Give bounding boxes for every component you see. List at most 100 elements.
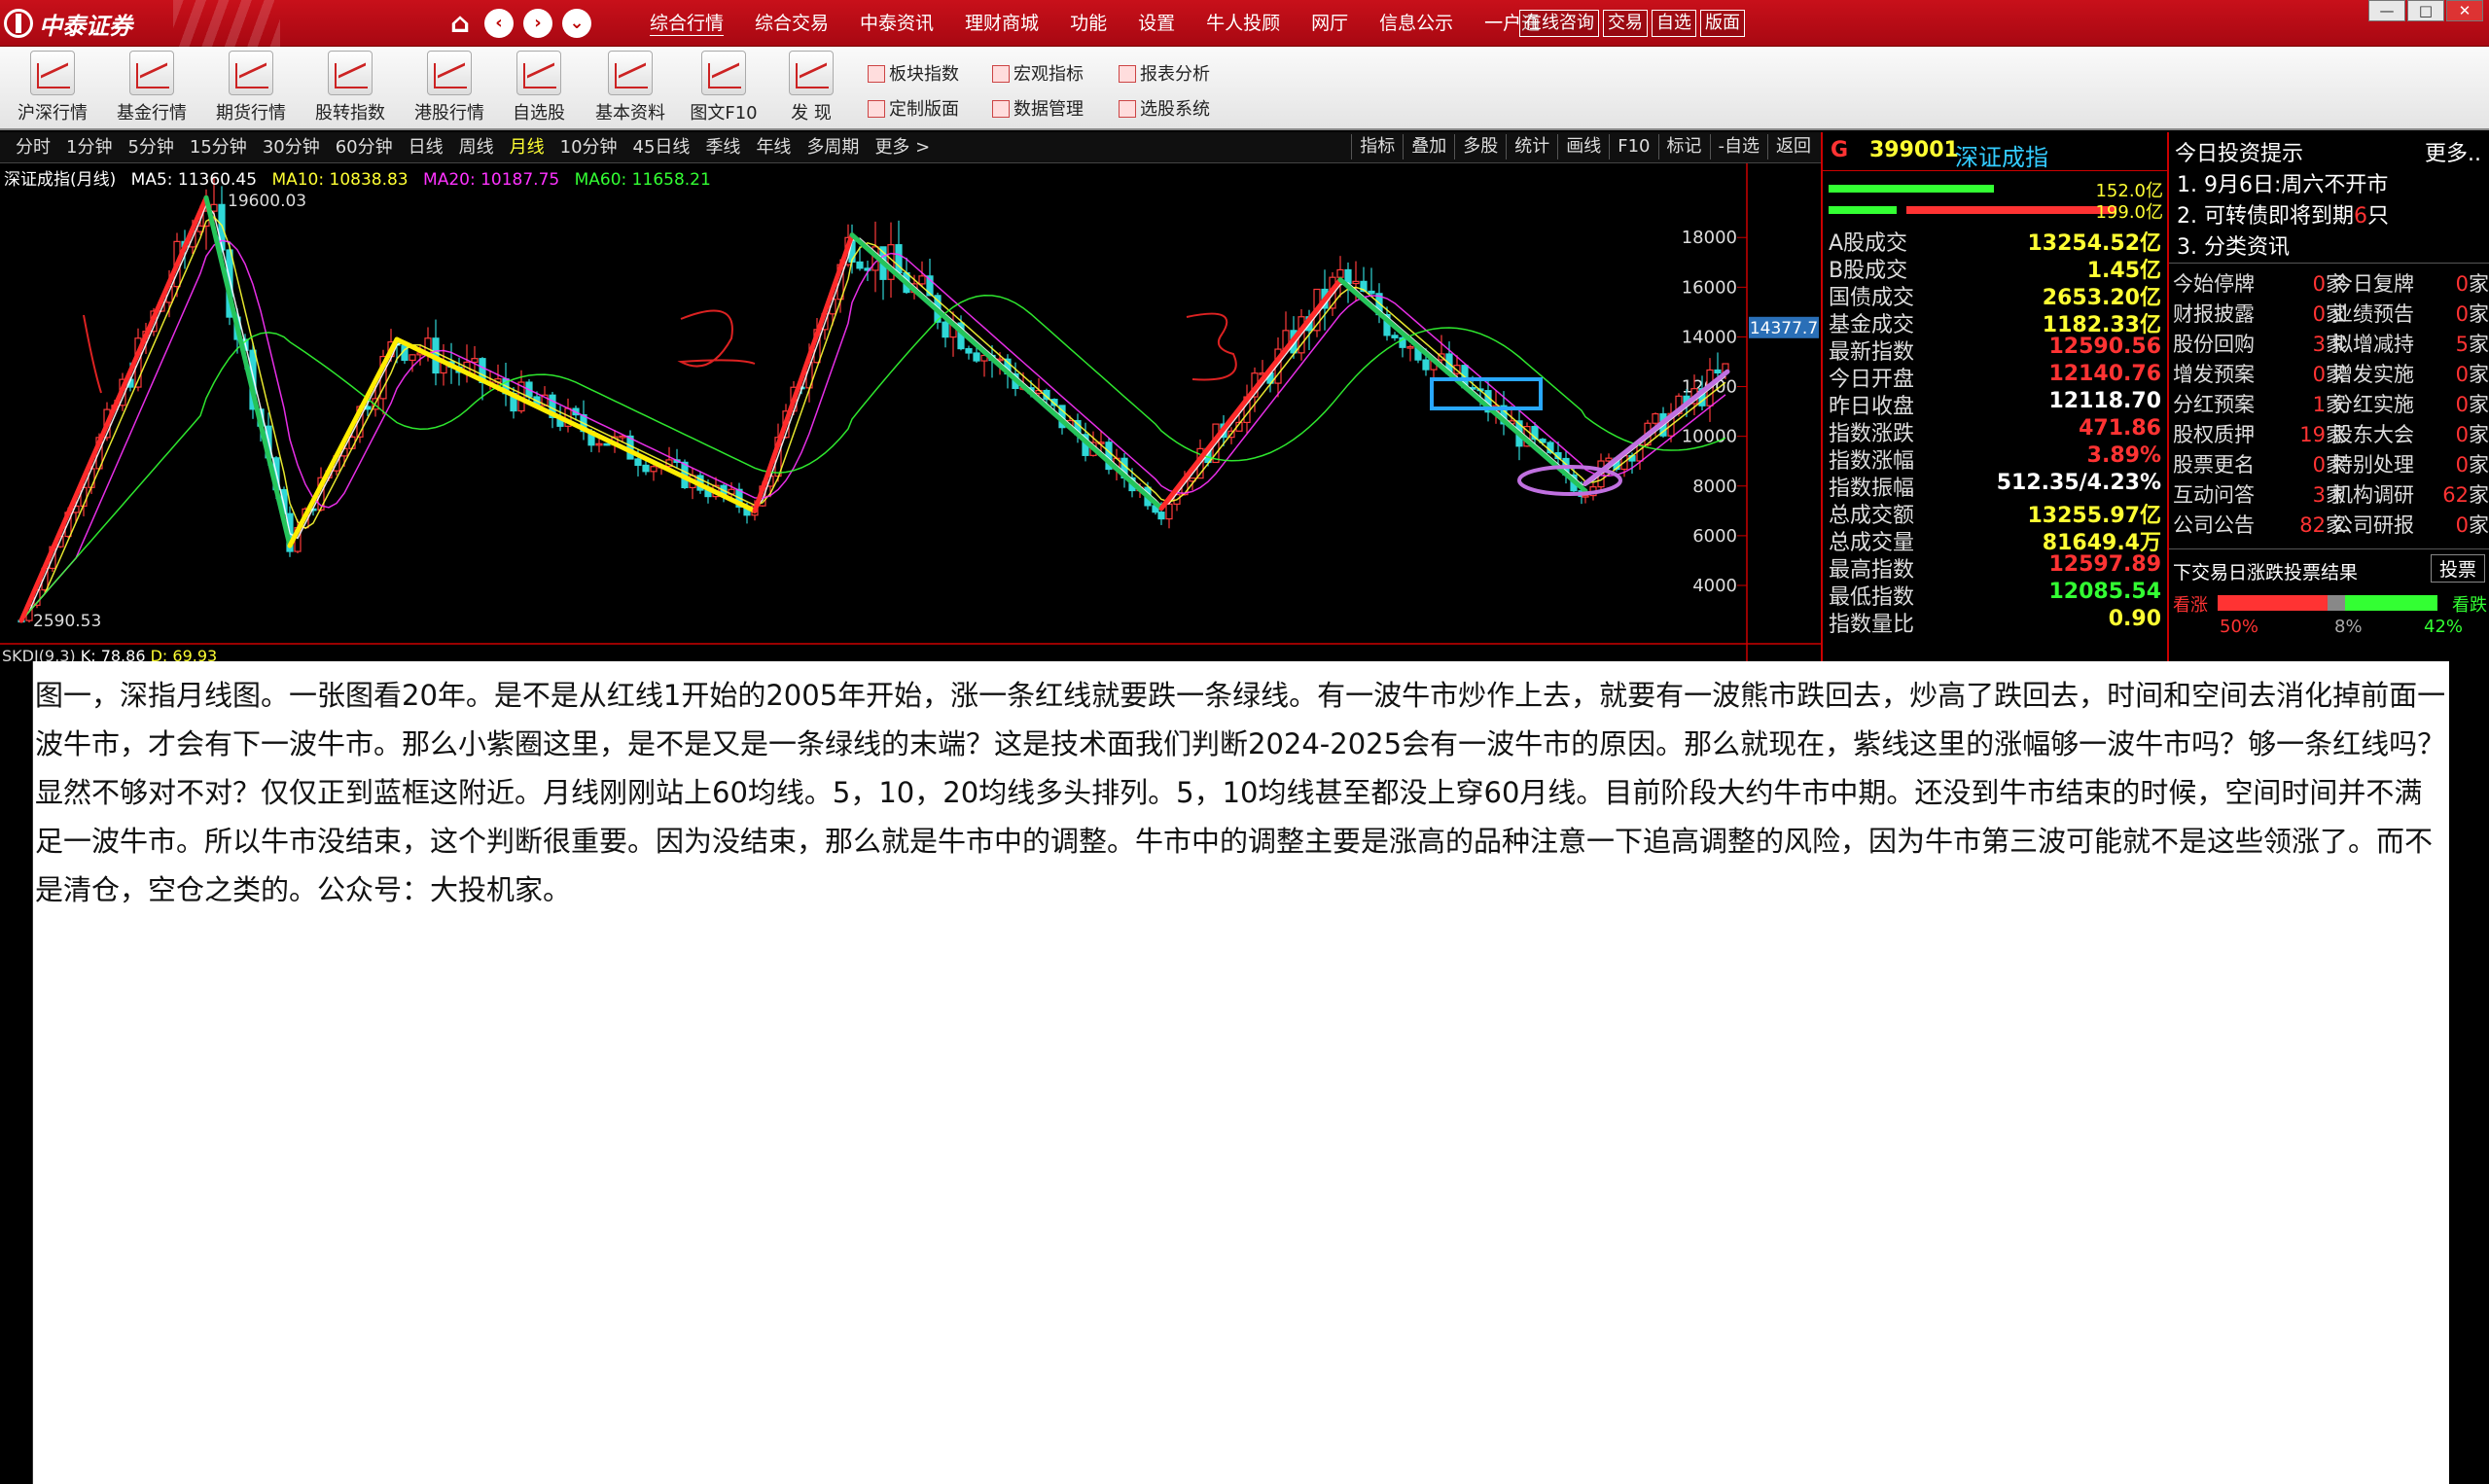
tool-stock-screener[interactable]: 选股系统: [1119, 95, 1210, 121]
y-tick-label: 8000: [1692, 477, 1737, 497]
menu-item[interactable]: 信息公示: [1364, 0, 1469, 47]
menu-item[interactable]: 功能: [1054, 0, 1122, 47]
menu-item[interactable]: 牛人投顾: [1191, 0, 1296, 47]
period-tab[interactable]: 45日线: [625, 132, 698, 163]
period-tab[interactable]: 多周期: [799, 132, 867, 163]
period-tab[interactable]: 15分钟: [182, 132, 255, 163]
tool-hk-quotes[interactable]: 港股行情: [403, 51, 496, 124]
home-icon[interactable]: ⌂: [445, 9, 475, 38]
menu-item[interactable]: 理财商城: [949, 0, 1054, 47]
tips-unit: 家: [2469, 363, 2489, 386]
tip-line-3[interactable]: 3. 分类资讯: [2177, 230, 2290, 261]
period-tab[interactable]: 60分钟: [328, 132, 401, 163]
tool-discover[interactable]: 发 现: [764, 51, 858, 124]
quote-value: 471.86: [2079, 416, 2161, 441]
tips-row[interactable]: 互动问答 3 家 机构调研 62家: [2169, 479, 2489, 510]
tip-line-1[interactable]: 1. 9月6日:周六不开市: [2177, 167, 2388, 198]
candle-body: [942, 321, 949, 338]
period-tab[interactable]: 10分钟: [552, 132, 625, 163]
tool-fund-quotes[interactable]: 基金行情: [105, 51, 198, 124]
tips-row[interactable]: 股票更名 0家 特别处理 0家: [2169, 449, 2489, 479]
candle-body: [1344, 268, 1352, 285]
period-tab[interactable]: 季线: [697, 132, 748, 163]
tips-more-link[interactable]: 更多..: [2425, 136, 2481, 167]
tips-row[interactable]: 股权质押 19 家 股东大会 0家: [2169, 419, 2489, 449]
tips-label: 互动问答: [2173, 483, 2255, 507]
menu-item[interactable]: 综合交易: [739, 0, 844, 47]
chart-tool-button[interactable]: 画线: [1557, 134, 1609, 159]
maximize-button[interactable]: □: [2407, 0, 2444, 21]
chart-tool-button[interactable]: 返回: [1767, 134, 1819, 159]
tips-count: 0家: [2431, 299, 2489, 328]
screener-icon: [1119, 100, 1136, 118]
quote-header[interactable]: G 399001 深证成指: [1823, 132, 2167, 171]
tool-custom-layout[interactable]: 定制版面: [868, 95, 959, 121]
main-menu: 综合行情 综合交易 中泰资讯 理财商城 功能 设置 牛人投顾 网厅 信息公示 一…: [634, 0, 1555, 47]
logo-decoration: [173, 0, 280, 47]
quote-value: 3.89%: [2086, 443, 2161, 468]
quote-row: 指数振幅 512.35/4.23%: [1827, 471, 2163, 501]
back-icon[interactable]: ‹: [484, 9, 514, 38]
quote-value: 12590.56: [2048, 335, 2161, 359]
minimize-button[interactable]: —: [2368, 0, 2405, 21]
tool-f10[interactable]: 图文F10: [677, 51, 770, 124]
period-tab[interactable]: 更多 >: [867, 132, 938, 163]
tips-row[interactable]: 股份回购 3 家 拟增减持 5家: [2169, 329, 2489, 359]
period-tab[interactable]: 日线: [401, 132, 451, 163]
watchlist-button[interactable]: 自选: [1652, 10, 1696, 37]
tips-row[interactable]: 今始停牌 0家 今日复牌 0家: [2169, 268, 2489, 299]
tool-label: 定制版面: [889, 99, 959, 120]
tips-row[interactable]: 增发预案 0家 增发实施 0家: [2169, 359, 2489, 389]
close-button[interactable]: ✕: [2446, 0, 2483, 21]
menu-item[interactable]: 网厅: [1296, 0, 1364, 47]
tool-label: 图文F10: [690, 103, 758, 124]
menu-item[interactable]: 设置: [1122, 0, 1191, 47]
period-tab[interactable]: 5分钟: [120, 132, 181, 163]
tool-report-analysis[interactable]: 报表分析: [1119, 60, 1210, 86]
tips-row[interactable]: 分红预案 1 家 分红实施 0家: [2169, 389, 2489, 419]
chart-tool-button[interactable]: 标记: [1657, 134, 1710, 159]
tips-row[interactable]: 财报披露 0家 业绩预告 0家: [2169, 299, 2489, 329]
candle-body: [1652, 412, 1659, 424]
chart-tool-button[interactable]: -自选: [1709, 134, 1768, 159]
period-tab[interactable]: 周线: [451, 132, 502, 163]
candle-body: [210, 203, 218, 212]
tool-neeq-index[interactable]: 股转指数: [303, 51, 397, 124]
quote-row: 最低指数 12085.54: [1827, 580, 2163, 610]
chart-tool-button[interactable]: 多股: [1454, 134, 1506, 159]
tool-sector-index[interactable]: 板块指数: [868, 60, 959, 86]
candle-body: [1352, 280, 1360, 285]
period-tab[interactable]: 分时: [8, 132, 58, 163]
tool-label: 选股系统: [1140, 99, 1210, 120]
period-tab[interactable]: 30分钟: [255, 132, 328, 163]
kline-chart[interactable]: 4000600080001000012000140001600018000 19…: [0, 163, 1821, 665]
chart-tool-button[interactable]: 叠加: [1403, 134, 1454, 159]
tool-data-management[interactable]: 数据管理: [992, 95, 1084, 121]
chart-tool-button[interactable]: 统计: [1506, 134, 1557, 159]
report-icon: [1119, 65, 1136, 83]
tool-sh-sz-quotes[interactable]: 沪深行情: [6, 51, 99, 124]
tool-basic-info[interactable]: 基本资料: [584, 51, 677, 124]
forward-icon[interactable]: ›: [523, 9, 552, 38]
chart-tool-button[interactable]: F10: [1609, 134, 1657, 159]
layout-button[interactable]: 版面: [1700, 10, 1745, 37]
tips-row[interactable]: 公司公告 82 家 公司研报 0家: [2169, 510, 2489, 540]
tool-watchlist[interactable]: 自选股: [492, 51, 586, 124]
tips-label: 特别处理: [2332, 453, 2414, 477]
trade-button[interactable]: 交易: [1603, 10, 1648, 37]
quote-row: 国债成交 2653.20亿: [1827, 280, 2163, 310]
period-tab[interactable]: 年线: [748, 132, 799, 163]
tool-futures-quotes[interactable]: 期货行情: [204, 51, 298, 124]
period-tab[interactable]: 1分钟: [58, 132, 120, 163]
chevron-down-icon[interactable]: ⌄: [562, 9, 591, 38]
tool-label: 港股行情: [414, 103, 484, 124]
chart-tool-button[interactable]: 指标: [1351, 134, 1403, 159]
menu-item[interactable]: 中泰资讯: [844, 0, 949, 47]
online-consult-button[interactable]: 在线咨询: [1519, 10, 1599, 37]
tool-macro-indicators[interactable]: 宏观指标: [992, 60, 1084, 86]
period-tab[interactable]: 月线: [502, 132, 552, 163]
tips-count-num: 0: [2455, 302, 2469, 326]
menu-item[interactable]: 综合行情: [634, 0, 739, 47]
vote-button[interactable]: 投票: [2430, 554, 2485, 583]
tip-line-2[interactable]: 2. 可转债即将到期6只: [2177, 198, 2389, 230]
